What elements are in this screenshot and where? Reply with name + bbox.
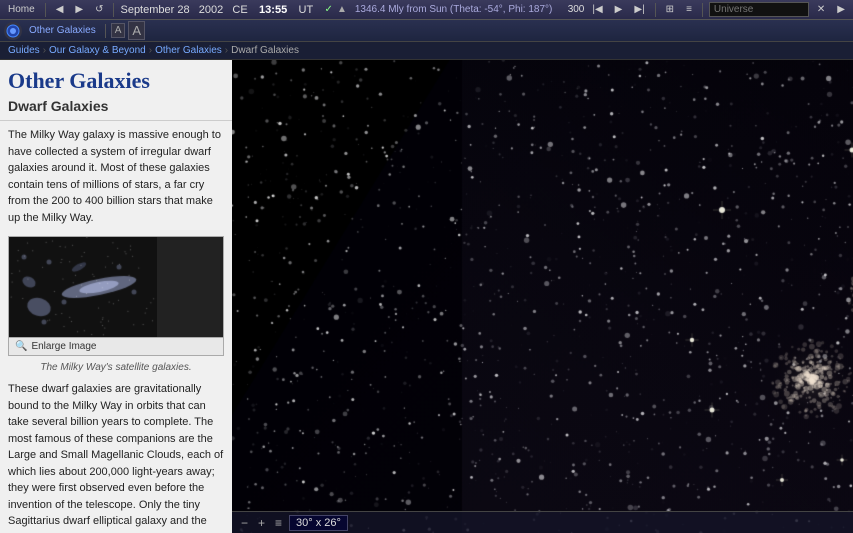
sky-zoom-out-button[interactable]: − bbox=[238, 516, 251, 530]
separator-1 bbox=[45, 3, 46, 17]
enlarge-label: Enlarge Image bbox=[31, 341, 96, 352]
separator-3 bbox=[655, 3, 656, 17]
zoom-prev-button[interactable]: |◀ bbox=[588, 3, 606, 16]
secondary-toolbar: Other Galaxies A A bbox=[0, 20, 853, 42]
list-button[interactable]: ≡ bbox=[682, 3, 696, 16]
timezone-display: UT bbox=[299, 4, 314, 16]
sky-zoom-in-button[interactable]: + bbox=[255, 516, 268, 530]
separator-4 bbox=[702, 3, 703, 17]
breadcrumb-item-galaxy[interactable]: Our Galaxy & Beyond bbox=[49, 45, 146, 56]
main-toolbar: Home ◀ ▶ ↺ September 28 2002 CE 13:55 UT… bbox=[0, 0, 853, 20]
page-title: Other Galaxies bbox=[0, 60, 232, 96]
breadcrumb-sep-2: › bbox=[149, 45, 152, 56]
date-display: September 28 2002 CE bbox=[120, 4, 247, 16]
search-button[interactable]: ▶ bbox=[833, 3, 849, 16]
refresh-button[interactable]: ↺ bbox=[91, 3, 107, 16]
check-icon: ✓ bbox=[325, 4, 333, 15]
app-icon bbox=[4, 22, 22, 40]
enlarge-icon: 🔍 bbox=[15, 341, 27, 352]
sky-menu-button[interactable]: ≡ bbox=[272, 516, 285, 530]
image-caption: The Milky Way's satellite galaxies. bbox=[0, 360, 232, 375]
breadcrumb: Guides › Our Galaxy & Beyond › Other Gal… bbox=[0, 42, 853, 60]
zoom-next-button[interactable]: ▶| bbox=[630, 3, 648, 16]
font-large-button[interactable]: A bbox=[128, 21, 145, 40]
milky-way-image-container: 🔍 Enlarge Image bbox=[8, 236, 224, 356]
search-clear-button[interactable]: ✕ bbox=[813, 3, 829, 16]
separator-5 bbox=[105, 24, 106, 38]
breadcrumb-sep-3: › bbox=[225, 45, 228, 56]
font-small-button[interactable]: A bbox=[111, 23, 126, 38]
sky-canvas[interactable] bbox=[232, 60, 853, 533]
left-panel: Other Galaxies Dwarf Galaxies The Milky … bbox=[0, 60, 232, 533]
milky-way-diagram bbox=[9, 237, 157, 337]
up-arrow-icon: ▲ bbox=[337, 4, 347, 15]
breadcrumb-item-guides[interactable]: Guides bbox=[8, 45, 40, 56]
separator-2 bbox=[113, 3, 114, 17]
breadcrumb-current: Dwarf Galaxies bbox=[231, 45, 299, 56]
section-title: Dwarf Galaxies bbox=[0, 96, 232, 121]
search-input[interactable] bbox=[709, 2, 809, 17]
home-button[interactable]: Home bbox=[4, 3, 39, 16]
toolbar-right: 300 |◀ ▶ ▶| ⊞ ≡ ✕ ▶ bbox=[568, 2, 849, 17]
paragraph-2: These dwarf galaxies are gravitationally… bbox=[0, 375, 232, 533]
back-button[interactable]: ◀ bbox=[52, 3, 68, 16]
forward-button[interactable]: ▶ bbox=[71, 3, 87, 16]
sky-bottom-bar: − + ≡ 30° x 26° bbox=[232, 511, 853, 533]
zoom-value: 300 bbox=[568, 4, 585, 15]
fov-display: 30° x 26° bbox=[289, 515, 348, 531]
guides-link[interactable]: Other Galaxies bbox=[25, 24, 100, 37]
time-display: 13:55 bbox=[259, 4, 287, 16]
coords-display: 1346.4 Mly from Sun (Theta: -54°, Phi: 1… bbox=[355, 4, 553, 15]
sky-view-panel: − + ≡ 30° x 26° bbox=[232, 60, 853, 533]
main-content: Other Galaxies Dwarf Galaxies The Milky … bbox=[0, 60, 853, 533]
enlarge-button[interactable]: 🔍 Enlarge Image bbox=[9, 337, 223, 355]
grid-button[interactable]: ⊞ bbox=[662, 3, 678, 16]
breadcrumb-item-other-galaxies[interactable]: Other Galaxies bbox=[155, 45, 222, 56]
paragraph-1: The Milky Way galaxy is massive enough t… bbox=[0, 121, 232, 232]
play-button[interactable]: ▶ bbox=[611, 3, 627, 16]
breadcrumb-sep-1: › bbox=[43, 45, 46, 56]
